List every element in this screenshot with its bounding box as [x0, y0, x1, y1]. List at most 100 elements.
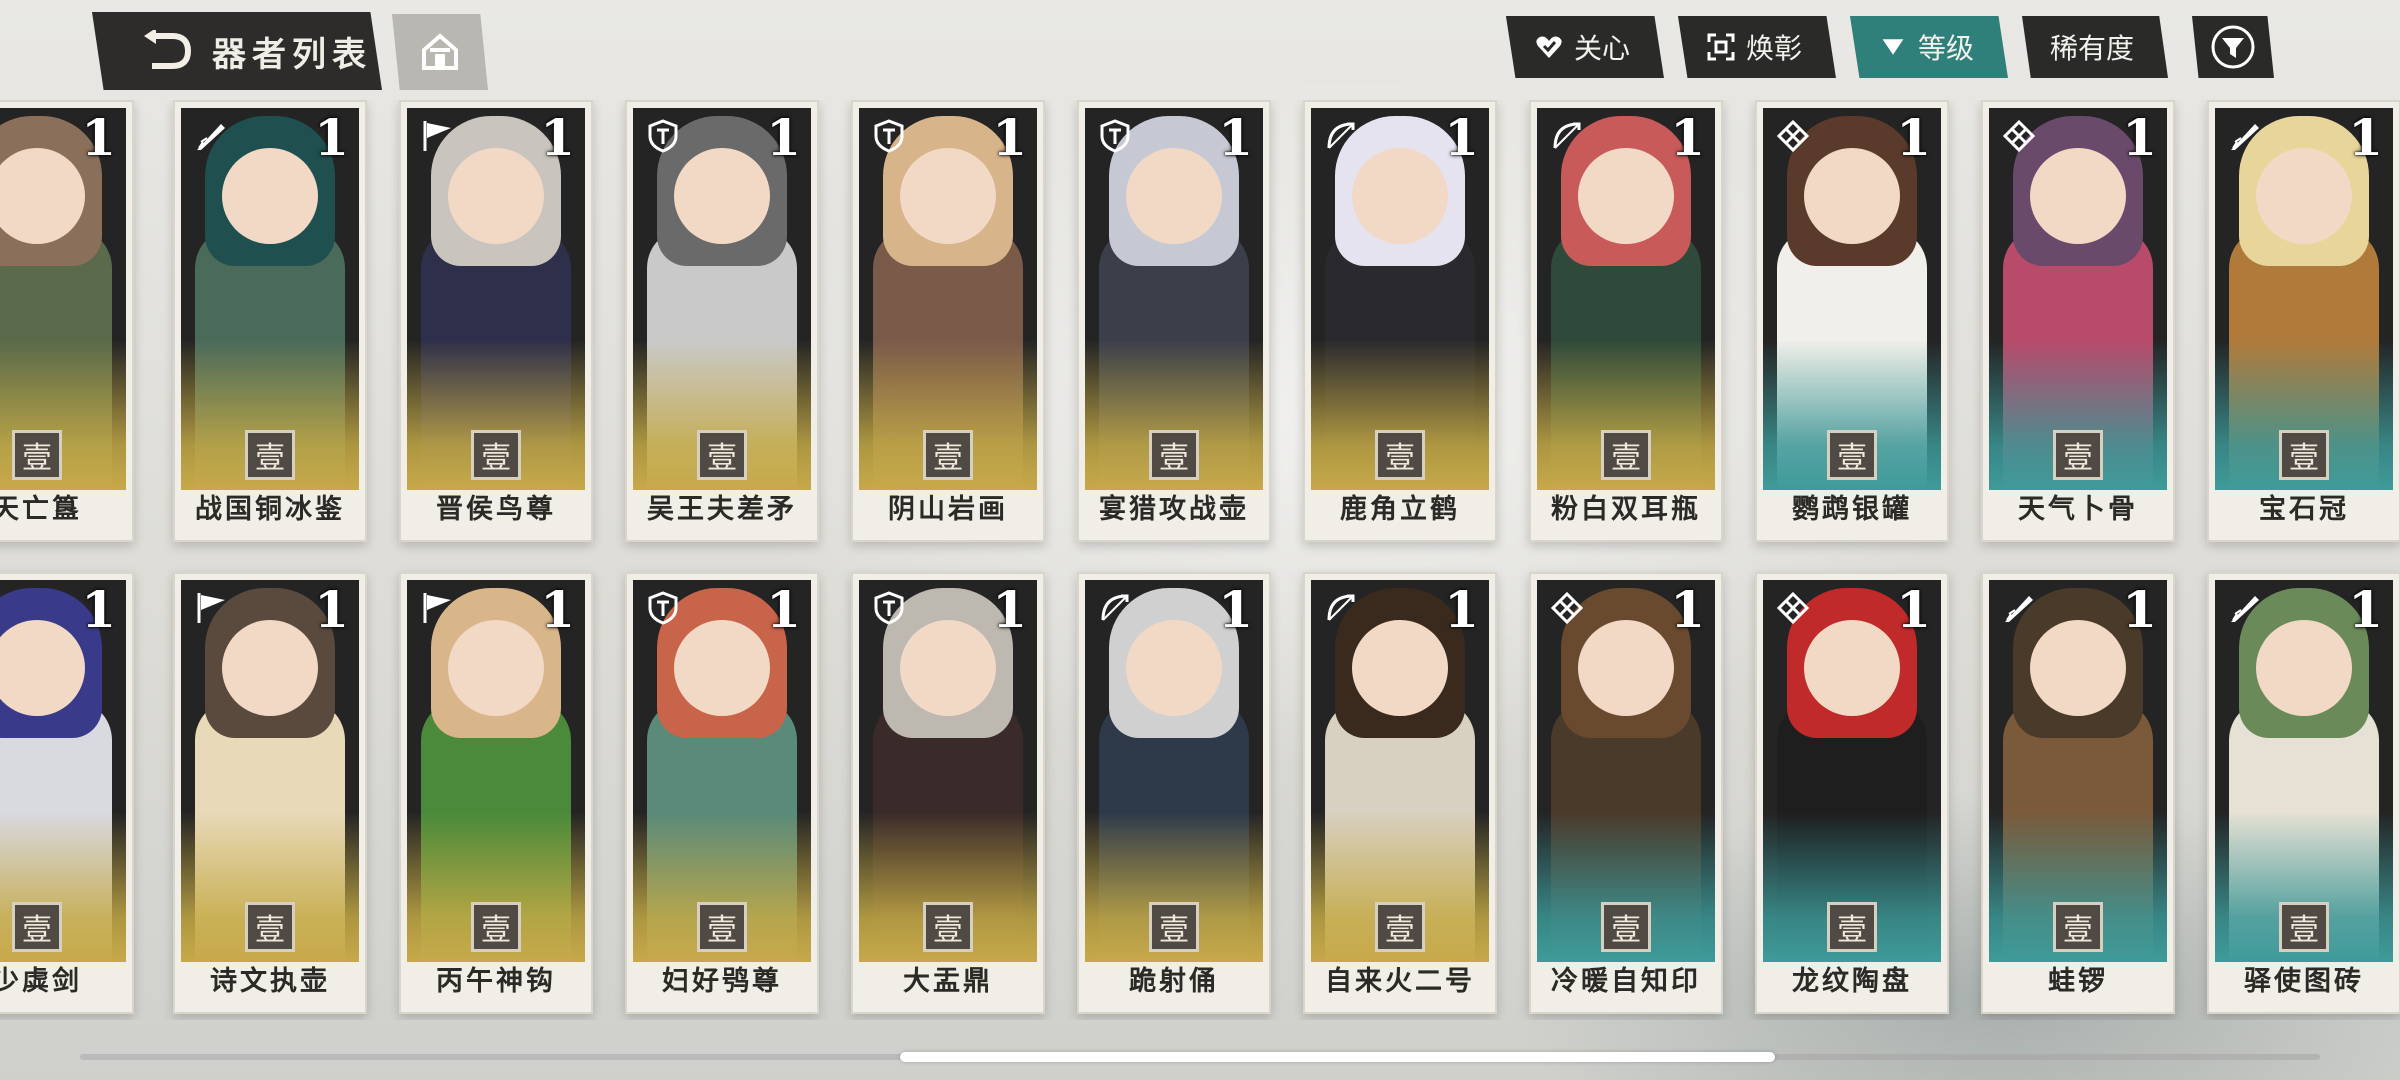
knot-class-icon: [1547, 588, 1587, 628]
rank-badge: 壹: [1375, 430, 1425, 480]
flag-class-icon: [191, 588, 231, 628]
rank-badge: 壹: [923, 430, 973, 480]
back-button[interactable]: 器者列表: [92, 12, 382, 90]
character-portrait: 1壹: [1537, 108, 1715, 490]
item-name: 妇好鸮尊: [662, 966, 782, 997]
item-level: 1: [1896, 580, 1931, 639]
scrollbar-thumb[interactable]: [900, 1052, 1775, 1062]
character-portrait: 1壹: [1085, 580, 1263, 962]
item-name: 战国铜冰鉴: [195, 494, 345, 525]
rank-badge: 壹: [1149, 902, 1199, 952]
quill-class-icon: [2225, 116, 2265, 156]
item-card[interactable]: 1 壹自来火二号: [1303, 572, 1497, 1014]
quill-class-icon: [2225, 588, 2265, 628]
character-portrait: 1壹: [633, 108, 811, 490]
character-portrait: 1壹: [0, 108, 126, 490]
item-name: 吴王夫差矛: [647, 494, 797, 525]
item-card[interactable]: 1 壹宝石冠: [2207, 100, 2400, 542]
page-title: 器者列表: [212, 34, 372, 75]
bow-class-icon: [1321, 588, 1361, 628]
filter-label: 焕彰: [1745, 32, 1802, 65]
item-card[interactable]: 1 壹战国铜冰鉴: [173, 100, 367, 542]
item-grid: 1 壹天亡簋 1 壹战国铜冰鉴 1 壹晋侯鸟尊 1 壹吴王夫差矛 1 壹阴山岩画 1 壹宴猎攻战壶 1 壹…: [0, 100, 2400, 1020]
item-name: 自来火二号: [1325, 966, 1475, 997]
item-card[interactable]: 1 壹鹦鹉银罐: [1755, 100, 1949, 542]
character-portrait: 1壹: [1085, 108, 1263, 490]
item-card[interactable]: 1 壹驿使图砖: [2207, 572, 2400, 1014]
flag-class-icon: [417, 588, 457, 628]
item-card[interactable]: 1 壹诗文执壶: [173, 572, 367, 1014]
filter-highlight-button[interactable]: 焕彰: [1677, 16, 1836, 78]
item-card[interactable]: 1 壹鹿角立鹤: [1303, 100, 1497, 542]
character-portrait: 1壹: [859, 580, 1037, 962]
rank-badge: 壹: [1601, 902, 1651, 952]
item-level: 1: [1670, 580, 1705, 639]
item-card[interactable]: 1 壹少虡剑: [0, 572, 134, 1014]
item-card[interactable]: 1 壹丙午神钩: [399, 572, 593, 1014]
rank-badge: 壹: [697, 430, 747, 480]
item-card[interactable]: 1 壹妇好鸮尊: [625, 572, 819, 1014]
item-level: 1: [314, 580, 349, 639]
bow-class-icon: [1321, 116, 1361, 156]
rank-badge: 壹: [2279, 902, 2329, 952]
character-portrait: 1壹: [407, 580, 585, 962]
character-portrait: 1壹: [181, 580, 359, 962]
character-portrait: 1壹: [1763, 580, 1941, 962]
shield-class-icon: [869, 116, 909, 156]
rank-badge: 壹: [471, 430, 521, 480]
heart-check-icon: [1534, 32, 1564, 62]
funnel-button[interactable]: [2192, 16, 2274, 78]
funnel-icon: [2211, 25, 2255, 69]
item-level: 1: [540, 108, 575, 167]
item-card[interactable]: 1 壹天气卜骨: [1981, 100, 2175, 542]
item-name: 蛙锣: [2048, 966, 2108, 997]
rank-badge: 壹: [245, 430, 295, 480]
item-level: 1: [2122, 108, 2157, 167]
rank-badge: 壹: [12, 902, 62, 952]
item-card[interactable]: 1 壹龙纹陶盘: [1755, 572, 1949, 1014]
item-level: 1: [766, 108, 801, 167]
shield-class-icon: [1095, 116, 1135, 156]
rank-badge: 壹: [245, 902, 295, 952]
item-card[interactable]: 1 壹天亡簋: [0, 100, 134, 542]
knot-class-icon: [1773, 116, 1813, 156]
focus-frame-icon: [1706, 32, 1736, 62]
home-button[interactable]: [392, 14, 488, 90]
item-card[interactable]: 1 壹吴王夫差矛: [625, 100, 819, 542]
quill-class-icon: [1999, 588, 2039, 628]
filter-level-button[interactable]: 等级: [1849, 16, 2008, 78]
filter-care-button[interactable]: 关心: [1505, 16, 1664, 78]
item-level: 1: [1896, 108, 1931, 167]
character-portrait: 1壹: [1537, 580, 1715, 962]
rank-badge: 壹: [1827, 902, 1877, 952]
item-card[interactable]: 1 壹阴山岩画: [851, 100, 1045, 542]
item-card[interactable]: 1 壹大盂鼎: [851, 572, 1045, 1014]
filter-label: 稀有度: [2049, 32, 2134, 65]
item-card[interactable]: 1 壹宴猎攻战壶: [1077, 100, 1271, 542]
item-name: 驿使图砖: [2244, 966, 2364, 997]
rank-badge: 壹: [471, 902, 521, 952]
item-card[interactable]: 1 壹蛙锣: [1981, 572, 2175, 1014]
item-name: 晋侯鸟尊: [436, 494, 556, 525]
filter-rarity-button[interactable]: 稀有度: [2021, 16, 2168, 78]
character-portrait: 1壹: [633, 580, 811, 962]
bow-class-icon: [1547, 116, 1587, 156]
item-card[interactable]: 1 壹跪射俑: [1077, 572, 1271, 1014]
character-portrait: 1壹: [2215, 108, 2393, 490]
item-level: 1: [1670, 108, 1705, 167]
character-portrait: 1壹: [407, 108, 585, 490]
item-card[interactable]: 1 壹粉白双耳瓶: [1529, 100, 1723, 542]
item-level: 1: [81, 580, 116, 639]
character-portrait: 1壹: [1311, 108, 1489, 490]
back-arrow-icon: [142, 30, 194, 72]
item-card[interactable]: 1 壹冷暖自知印: [1529, 572, 1723, 1014]
bow-class-icon: [1095, 588, 1135, 628]
shield-class-icon: [643, 116, 683, 156]
item-name: 宝石冠: [2259, 494, 2349, 525]
item-name: 少虡剑: [0, 966, 82, 997]
item-name: 阴山岩画: [888, 494, 1008, 525]
triangle-down-icon: [1878, 32, 1908, 62]
knot-class-icon: [1999, 116, 2039, 156]
item-card[interactable]: 1 壹晋侯鸟尊: [399, 100, 593, 542]
item-name: 冷暖自知印: [1551, 966, 1701, 997]
